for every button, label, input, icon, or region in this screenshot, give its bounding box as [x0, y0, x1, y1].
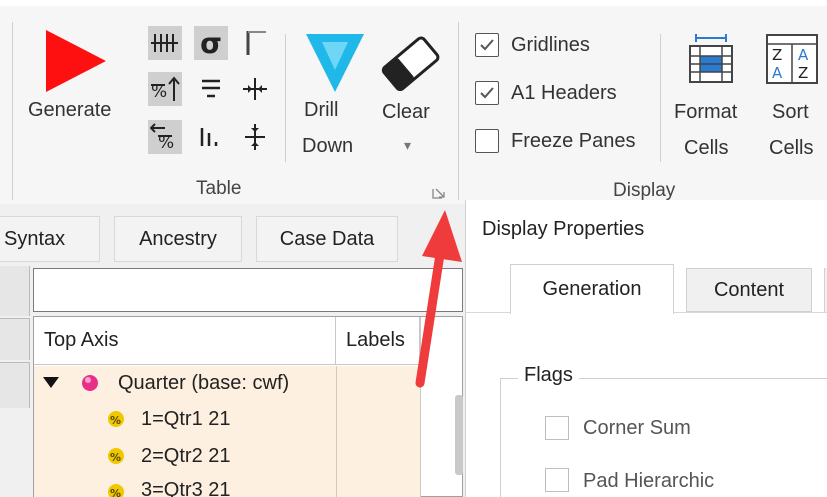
dialog-title: Display Properties [482, 218, 645, 240]
gridlines-checkbox[interactable] [475, 33, 499, 57]
column-header-label: Top Axis [44, 329, 119, 351]
freeze-panes-label: Freeze Panes [511, 130, 636, 152]
split-tool-icon[interactable] [238, 120, 272, 154]
tree-row-label: 3=Qtr3 21 [141, 479, 231, 497]
cross-tool-icon[interactable] [238, 72, 272, 106]
a1-headers-checkbox[interactable] [475, 81, 499, 105]
sort-glyph: Z [798, 64, 808, 82]
sort-cells-line1: Sort [772, 101, 809, 123]
sort-glyph: A [772, 64, 783, 82]
format-cells-icon [689, 34, 733, 83]
format-cells-line2: Cells [684, 137, 729, 159]
ribbon-top-edge [0, 0, 827, 6]
clear-label: Clear [382, 101, 430, 123]
percent-down-tool-icon[interactable]: % [148, 120, 182, 154]
ribbon-separator [660, 34, 661, 162]
dialog-tab-label: Content [713, 278, 785, 301]
svg-text:%: % [110, 451, 121, 464]
code-bullet-icon: % [108, 484, 124, 497]
dialog-tab-label: Generation [542, 278, 642, 300]
expand-arrow-icon[interactable] [43, 377, 59, 389]
format-cells-button[interactable]: Format Cells [670, 26, 756, 164]
sort-cells-line2: Cells [769, 137, 814, 159]
sort-glyph: Z [772, 46, 782, 64]
tab-label: Case Data [279, 227, 375, 250]
dialog-launcher-icon[interactable] [432, 185, 446, 199]
drill-label-line1: Drill [304, 99, 339, 121]
format-cells-line1: Format [674, 101, 738, 123]
code-bullet-icon: % [108, 448, 124, 464]
ribbon-separator [285, 34, 286, 162]
tree-row-label: 1=Qtr1 21 [141, 408, 231, 430]
play-icon [46, 30, 106, 92]
tab-label: Ancestry [139, 227, 217, 250]
ribbon-separator [458, 22, 459, 200]
a1-headers-label: A1 Headers [511, 82, 617, 104]
lines-tool-icon[interactable] [148, 26, 182, 60]
svg-text:%: % [110, 487, 121, 497]
corner-sum-label: Corner Sum [583, 417, 691, 439]
tab-generation[interactable]: Generation [510, 264, 674, 314]
drill-down-button[interactable]: Drill Down [298, 26, 370, 164]
drill-label-line2: Down [302, 135, 354, 157]
percent-up-tool-icon[interactable]: % [148, 72, 182, 106]
column-header-top-axis[interactable]: Top Axis [34, 317, 336, 365]
column-header-label: Labels [346, 329, 405, 351]
freeze-panes-checkbox[interactable] [475, 129, 499, 153]
ribbon: Generate σ % % Drill Down Clear ▾ Table … [0, 0, 827, 204]
equals-tool-icon[interactable] [194, 72, 228, 106]
tree-row-label: Quarter (base: cwf) [118, 372, 290, 394]
gridlines-label: Gridlines [511, 34, 590, 56]
tab-label: Syntax [4, 227, 66, 250]
formula-input[interactable] [33, 268, 463, 312]
clear-dropdown-arrow-icon[interactable]: ▾ [404, 138, 411, 152]
side-gutter [0, 362, 30, 408]
tab-content[interactable]: Content [686, 268, 812, 312]
column-divider [336, 366, 337, 497]
tree-row-label: 2=Qtr2 21 [141, 445, 231, 467]
column-divider [420, 317, 421, 497]
corner-sum-checkbox[interactable] [545, 416, 569, 440]
column-header-labels[interactable]: Labels [336, 317, 420, 365]
sigma-tool-icon[interactable]: σ [194, 26, 228, 60]
drill-down-icon [306, 34, 364, 92]
table-group-label: Table [196, 178, 242, 199]
vertical-scrollbar-thumb[interactable] [455, 395, 463, 475]
bars-tool-icon[interactable] [194, 120, 228, 154]
eraser-icon [381, 36, 440, 92]
ribbon-separator [12, 22, 13, 200]
side-gutter [0, 318, 30, 360]
generate-label: Generate [28, 99, 112, 121]
display-group-label: Display [613, 180, 676, 201]
sort-cells-icon: Z A A Z [766, 34, 818, 84]
tab-case-data[interactable]: Case Data [256, 216, 398, 262]
sort-glyph: A [798, 46, 809, 64]
generate-button[interactable]: Generate [22, 26, 128, 144]
sort-cells-button[interactable]: Z A A Z Sort Cells [762, 26, 827, 164]
code-bullet-icon: % [108, 411, 124, 427]
flags-label: Flags [518, 364, 579, 387]
tab-syntax[interactable]: Syntax [0, 216, 100, 262]
side-gutter [0, 266, 30, 316]
pad-hierarchic-label: Pad Hierarchic [583, 470, 715, 492]
pad-hierarchic-checkbox[interactable] [545, 468, 569, 492]
variable-bullet-icon [82, 375, 98, 391]
tab-ancestry[interactable]: Ancestry [114, 216, 242, 262]
corner-tool-icon[interactable] [238, 26, 272, 60]
clear-button[interactable]: Clear ▾ [372, 26, 452, 164]
svg-text:%: % [110, 414, 121, 427]
